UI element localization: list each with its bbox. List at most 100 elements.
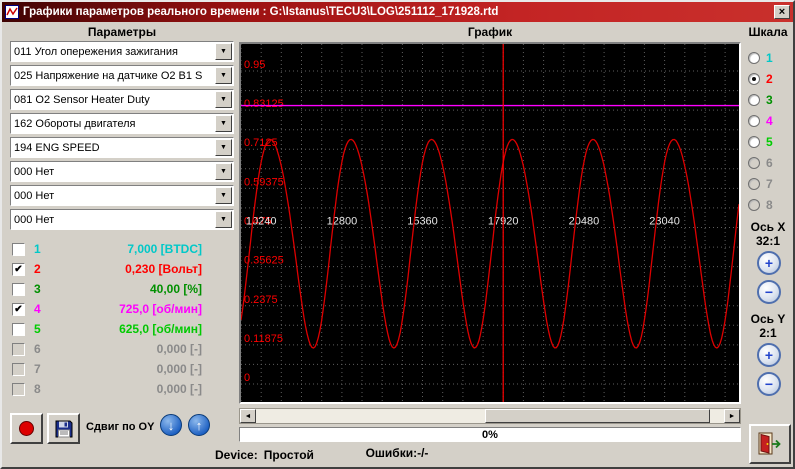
device-status: Device: Простой: [215, 448, 314, 462]
scroll-right-icon: ►: [729, 413, 736, 420]
arrow-down-icon: ↓: [168, 418, 175, 433]
shift-down-button[interactable]: ↓: [160, 414, 182, 436]
scale-radio[interactable]: [748, 178, 760, 190]
parameter-select-value: 000 Нет: [11, 162, 214, 181]
scale-number: 5: [766, 135, 773, 149]
channel-checkbox[interactable]: [12, 323, 25, 336]
floppy-icon: [54, 419, 74, 439]
scrollbar-left-button[interactable]: ◄: [240, 409, 256, 423]
channel-checkbox[interactable]: [12, 343, 25, 356]
scale-radio-row: 7: [748, 173, 773, 194]
channel-row: ✔ 2 0,230 [Вольт]: [12, 259, 232, 279]
channel-row: 7 0,000 [-]: [12, 359, 232, 379]
channel-row: 1 7,000 [BTDC]: [12, 239, 232, 259]
channel-number: 7: [34, 362, 50, 376]
close-button[interactable]: ×: [774, 5, 790, 19]
arrow-up-icon: ↑: [196, 418, 203, 433]
scale-number: 1: [766, 51, 773, 65]
parameter-select[interactable]: 000 Нет ▼: [10, 161, 234, 182]
svg-text:23040: 23040: [649, 216, 680, 228]
plus-icon: +: [765, 255, 773, 271]
svg-text:0.83125: 0.83125: [244, 98, 284, 110]
parameter-select[interactable]: 025 Напряжение на датчике O2 B1 S ▼: [10, 65, 234, 86]
scrollbar-thumb[interactable]: [485, 409, 710, 423]
parameter-select-value: 194 ENG SPEED: [11, 138, 214, 157]
svg-text:0.59375: 0.59375: [244, 176, 284, 188]
channel-checkbox[interactable]: ✔: [12, 263, 25, 276]
channel-checkbox[interactable]: ✔: [12, 303, 25, 316]
scale-radio[interactable]: [748, 52, 760, 64]
axis-y-ratio: 2:1: [741, 326, 795, 340]
svg-text:0: 0: [244, 372, 250, 384]
channel-row: 3 40,00 [%]: [12, 279, 232, 299]
channel-number: 6: [34, 342, 50, 356]
record-icon: [19, 421, 34, 436]
axis-x-zoom-in-button[interactable]: +: [757, 251, 781, 275]
chevron-down-icon[interactable]: ▼: [215, 211, 232, 228]
app-icon: [5, 5, 19, 19]
minus-icon: −: [765, 284, 773, 300]
scale-radio[interactable]: [748, 115, 760, 127]
scale-radio[interactable]: [748, 157, 760, 169]
channel-number: 3: [34, 282, 50, 296]
parameter-select[interactable]: 000 Нет ▼: [10, 209, 234, 230]
record-button[interactable]: [10, 413, 43, 444]
exit-button[interactable]: [749, 424, 791, 464]
scale-number: 3: [766, 93, 773, 107]
axis-y-zoom-out-button[interactable]: −: [757, 372, 781, 396]
channel-row: ✔ 4 725,0 [об/мин]: [12, 299, 232, 319]
scale-number: 8: [766, 198, 773, 212]
axis-x-label: Ось X: [741, 220, 795, 234]
scale-radio[interactable]: [748, 73, 760, 85]
channel-checkbox[interactable]: [12, 283, 25, 296]
svg-text:15360: 15360: [407, 216, 438, 228]
chevron-down-icon[interactable]: ▼: [215, 43, 232, 60]
scale-radio-row: 2: [748, 68, 773, 89]
window-title: Графики параметров реального времени : G…: [23, 6, 770, 18]
device-value: Простой: [264, 448, 314, 462]
graph-horizontal-scrollbar[interactable]: ◄ ►: [239, 408, 741, 424]
axis-y-zoom-in-button[interactable]: +: [757, 343, 781, 367]
titlebar[interactable]: Графики параметров реального времени : G…: [2, 2, 793, 22]
close-icon: ×: [779, 7, 785, 17]
chevron-down-icon[interactable]: ▼: [215, 187, 232, 204]
axis-x-zoom-out-button[interactable]: −: [757, 280, 781, 304]
scale-number: 4: [766, 114, 773, 128]
parameter-select[interactable]: 000 Нет ▼: [10, 185, 234, 206]
scrollbar-right-button[interactable]: ►: [724, 409, 740, 423]
scale-radio-row: 4: [748, 110, 773, 131]
scroll-left-icon: ◄: [245, 413, 252, 420]
chevron-down-icon[interactable]: ▼: [215, 163, 232, 180]
chevron-down-icon[interactable]: ▼: [215, 67, 232, 84]
channel-number: 4: [34, 302, 50, 316]
parameter-select[interactable]: 194 ENG SPEED ▼: [10, 137, 234, 158]
progress-text: 0%: [482, 429, 498, 441]
scale-radio-list: 1 2 3 4 5 6 7 8: [748, 47, 773, 215]
scale-radio[interactable]: [748, 94, 760, 106]
channel-value: 0,000 [-]: [50, 362, 232, 376]
shift-up-button[interactable]: ↑: [188, 414, 210, 436]
scale-radio[interactable]: [748, 199, 760, 211]
chevron-down-icon[interactable]: ▼: [215, 115, 232, 132]
chevron-down-icon[interactable]: ▼: [215, 139, 232, 156]
scrollbar-track[interactable]: [256, 409, 724, 423]
scale-number: 6: [766, 156, 773, 170]
channel-row: 6 0,000 [-]: [12, 339, 232, 359]
channel-number: 2: [34, 262, 50, 276]
parameter-select-list: 011 Угол опережения зажигания ▼ 025 Напр…: [10, 41, 234, 233]
svg-text:12800: 12800: [327, 216, 358, 228]
plot-area[interactable]: 0.950.831250.71250.593750.4750.356250.23…: [239, 42, 741, 404]
scale-radio-row: 6: [748, 152, 773, 173]
svg-text:0.2375: 0.2375: [244, 294, 278, 306]
chevron-down-icon[interactable]: ▼: [215, 91, 232, 108]
plus-icon: +: [765, 347, 773, 363]
channel-checkbox[interactable]: [12, 383, 25, 396]
channel-checkbox[interactable]: [12, 363, 25, 376]
scale-radio[interactable]: [748, 136, 760, 148]
channel-checkbox[interactable]: [12, 243, 25, 256]
parameter-select[interactable]: 162 Обороты двигателя ▼: [10, 113, 234, 134]
parameter-select[interactable]: 011 Угол опережения зажигания ▼: [10, 41, 234, 62]
parameter-select-value: 162 Обороты двигателя: [11, 114, 214, 133]
save-button[interactable]: [47, 413, 80, 444]
parameter-select[interactable]: 081 O2 Sensor Heater Duty ▼: [10, 89, 234, 110]
